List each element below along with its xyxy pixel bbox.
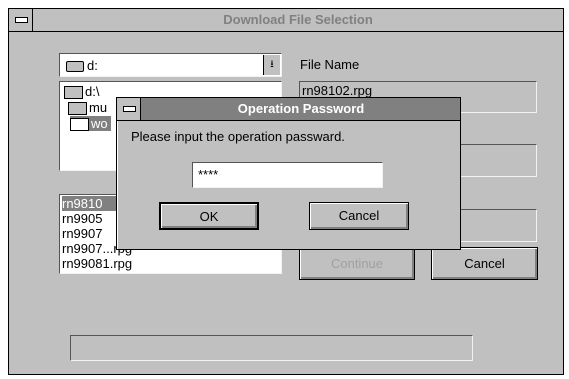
system-menu-icon[interactable] — [117, 98, 141, 120]
password-input-value: **** — [198, 167, 219, 182]
list-item[interactable]: rn9905 — [62, 211, 102, 226]
drive-select-value: d: — [87, 58, 98, 73]
system-menu-icon[interactable] — [9, 9, 33, 31]
operation-password-dialog: Operation Password Please input the oper… — [116, 97, 461, 250]
password-input[interactable]: **** — [192, 162, 383, 188]
window-title: Download File Selection — [223, 12, 373, 27]
drive-icon — [66, 61, 84, 73]
list-item[interactable]: mu — [68, 100, 107, 116]
dialog-title: Operation Password — [237, 101, 365, 116]
list-item-selected[interactable]: rn9810 — [62, 196, 122, 211]
folder-open-icon — [64, 86, 83, 100]
cancel-button[interactable]: Cancel — [431, 247, 538, 280]
drive-select[interactable]: d: ⭳ — [59, 53, 282, 77]
folder-open-icon — [68, 102, 87, 116]
dialog-cancel-button[interactable]: Cancel — [309, 202, 409, 230]
list-item[interactable]: d:\ — [64, 84, 99, 100]
ok-button[interactable]: OK — [159, 202, 259, 230]
folder-open-icon — [70, 118, 89, 132]
list-item[interactable]: rn9907 — [62, 226, 102, 241]
file-name-label: File Name — [300, 57, 360, 72]
continue-button[interactable]: Continue — [299, 247, 415, 280]
window-titlebar: Download File Selection — [9, 9, 563, 32]
dialog-titlebar: Operation Password — [117, 98, 460, 121]
list-item-selected[interactable]: wo — [70, 116, 111, 132]
list-item[interactable]: rn99081.rpg — [62, 256, 132, 271]
file-name-value: rn98102.rpg — [302, 83, 373, 98]
progress-bar — [70, 335, 473, 361]
chevron-down-icon[interactable]: ⭳ — [263, 55, 280, 75]
dialog-prompt: Please input the operation passward. — [131, 129, 345, 144]
